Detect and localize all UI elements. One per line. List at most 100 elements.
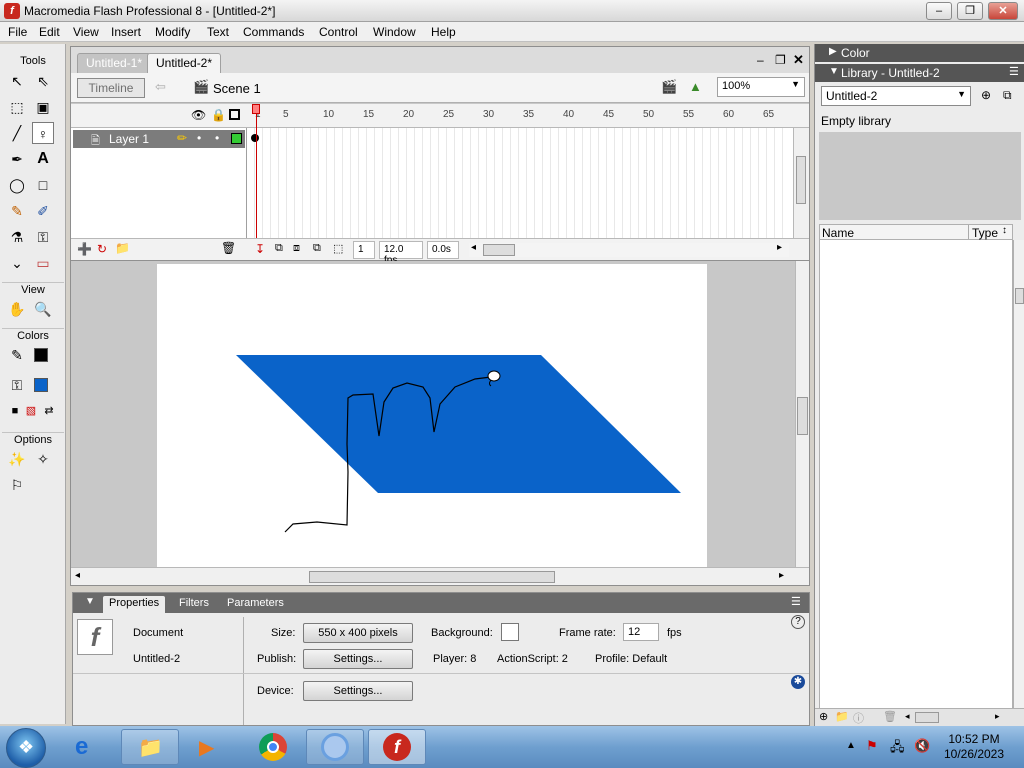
ink-bottle-tool-icon[interactable]: ⚗: [6, 226, 28, 248]
outline-color-swatch[interactable]: [231, 133, 242, 144]
stage-vscroll-thumb[interactable]: [797, 397, 808, 435]
lock-icon[interactable]: 🔒: [211, 108, 226, 122]
restore-button[interactable]: ❐: [957, 2, 983, 20]
accessibility-icon[interactable]: ✱: [791, 675, 805, 689]
menu-commands[interactable]: Commands: [243, 25, 304, 39]
scroll-left-icon[interactable]: ◂: [471, 242, 476, 253]
menu-edit[interactable]: Edit: [39, 25, 60, 39]
stage-hscroll[interactable]: ◂ ▸: [71, 567, 809, 585]
edit-symbols-icon[interactable]: ▲: [689, 79, 702, 94]
onion-outline-icon[interactable]: ⧈: [293, 242, 300, 255]
eraser-tool-icon[interactable]: ▭: [32, 252, 54, 274]
timeline-vscroll[interactable]: [793, 128, 809, 238]
lasso-tool-icon[interactable]: ♀: [32, 122, 54, 144]
taskbar-explorer[interactable]: 📁: [121, 729, 179, 765]
device-settings-button[interactable]: Settings...: [303, 681, 413, 701]
taskbar-chrome[interactable]: [244, 729, 302, 765]
tab-properties[interactable]: Properties: [103, 596, 166, 613]
library-vscroll[interactable]: [1013, 240, 1024, 710]
stage-scroll-left-icon[interactable]: ◂: [75, 570, 80, 581]
blue-parallelogram-shape[interactable]: [236, 355, 681, 493]
col-name[interactable]: Name: [822, 226, 854, 240]
volume-muted-icon[interactable]: 🔇: [914, 738, 930, 754]
modify-onion-markers-icon[interactable]: ⬚: [333, 242, 343, 255]
tab-untitled-2[interactable]: Untitled-2*: [147, 53, 222, 73]
selection-tool-icon[interactable]: ↖: [6, 70, 28, 92]
edit-scene-icon[interactable]: 🎬: [661, 79, 677, 95]
visibility-dot[interactable]: •: [197, 131, 201, 145]
fill-color-swatch[interactable]: [34, 378, 48, 392]
tab-untitled-1[interactable]: Untitled-1*: [77, 53, 152, 73]
center-frame-icon[interactable]: ↧: [255, 242, 265, 256]
add-layer-icon[interactable]: ➕: [77, 242, 92, 256]
timeline-toggle-button[interactable]: Timeline: [77, 78, 145, 98]
new-symbol-icon[interactable]: ⊕: [819, 710, 828, 723]
rectangle-tool-icon[interactable]: □: [32, 174, 54, 196]
network-icon[interactable]: 🖧: [890, 738, 905, 760]
delete-layer-icon[interactable]: 🗑: [221, 241, 236, 255]
action-center-icon[interactable]: ⚑: [866, 738, 878, 754]
menu-view[interactable]: View: [73, 25, 99, 39]
doc-restore-icon[interactable]: ❐: [775, 53, 786, 67]
library-scroll-right-icon[interactable]: ▸: [995, 711, 1000, 722]
close-button[interactable]: ✕: [988, 2, 1018, 20]
timeline-hscroll-thumb[interactable]: [483, 244, 515, 256]
lock-dot[interactable]: •: [215, 131, 219, 145]
outline-icon[interactable]: [229, 109, 240, 120]
doc-close-icon[interactable]: ✕: [793, 52, 804, 68]
menu-insert[interactable]: Insert: [111, 25, 141, 39]
sort-icon[interactable]: ↕: [1002, 225, 1007, 236]
tab-parameters[interactable]: Parameters: [221, 596, 290, 613]
playhead[interactable]: [252, 104, 260, 114]
library-delete-icon[interactable]: 🗑: [883, 710, 897, 723]
text-tool-icon[interactable]: A: [32, 148, 54, 170]
taskbar-media-player[interactable]: ▶: [182, 729, 240, 765]
stage-scroll-right-icon[interactable]: ▸: [779, 570, 784, 581]
keyframe-dot[interactable]: [251, 134, 259, 142]
library-vscroll-thumb[interactable]: [1015, 288, 1024, 304]
oval-tool-icon[interactable]: ◯: [6, 174, 28, 196]
stage[interactable]: [157, 264, 707, 567]
help-icon[interactable]: ?: [791, 615, 805, 629]
menu-window[interactable]: Window: [373, 25, 416, 39]
stage-vscroll[interactable]: [795, 261, 809, 567]
library-options-icon[interactable]: ☰: [1009, 65, 1019, 78]
timeline-vscroll-thumb[interactable]: [796, 156, 806, 204]
start-button[interactable]: ❖: [6, 728, 46, 768]
layer-row[interactable]: 🗎 Layer 1 ✏ • •: [73, 130, 245, 148]
frame-rate-input[interactable]: 12: [623, 623, 659, 641]
timeline-hscroll[interactable]: ◂ ▸: [469, 242, 789, 257]
library-hscroll-thumb[interactable]: [915, 712, 939, 723]
new-folder-icon[interactable]: 📁: [835, 710, 849, 723]
library-scroll-left-icon[interactable]: ◂: [905, 711, 910, 722]
hand-tool-icon[interactable]: ✋: [6, 298, 28, 320]
fill-transform-tool-icon[interactable]: ▣: [32, 96, 54, 118]
menu-control[interactable]: Control: [319, 25, 358, 39]
polygon-mode-icon[interactable]: ⚐: [6, 474, 28, 496]
scroll-right-icon[interactable]: ▸: [777, 242, 782, 253]
add-motion-guide-icon[interactable]: ↻: [97, 242, 107, 256]
clock[interactable]: 10:52 PM 10/26/2023: [938, 732, 1010, 762]
subselection-tool-icon[interactable]: ⇖: [32, 70, 54, 92]
doc-minimize-icon[interactable]: –: [757, 53, 764, 67]
library-panel-header[interactable]: ▼ Library - Untitled-2 ☰: [815, 64, 1024, 82]
back-arrow-icon[interactable]: ⇦: [155, 79, 166, 95]
onion-skin-icon[interactable]: ⧉: [275, 242, 283, 255]
zoom-tool-icon[interactable]: 🔍: [32, 298, 54, 320]
taskbar-flash[interactable]: f: [368, 729, 426, 765]
frame-ruler[interactable]: 1 5 10 15 20 25 30 35 40 45 50 55 60 65: [247, 104, 787, 128]
zoom-select[interactable]: 100% ▼: [717, 77, 805, 97]
swap-colors-icon[interactable]: ⇄: [38, 400, 60, 422]
library-item-list[interactable]: [819, 240, 1013, 710]
stroke-color-swatch[interactable]: [34, 348, 48, 362]
menu-file[interactable]: File: [8, 25, 27, 39]
panel-options-icon[interactable]: ☰: [791, 595, 801, 608]
pin-library-icon[interactable]: ⧉: [1003, 88, 1012, 103]
magic-wand-icon[interactable]: ✨: [6, 448, 28, 470]
magic-wand-settings-icon[interactable]: ✧: [32, 448, 54, 470]
background-color-swatch[interactable]: [501, 623, 519, 641]
line-tool-icon[interactable]: ╱: [6, 122, 28, 144]
stage-hscroll-thumb[interactable]: [309, 571, 555, 583]
col-type[interactable]: Type: [972, 226, 998, 240]
document-size-button[interactable]: 550 x 400 pixels: [303, 623, 413, 643]
